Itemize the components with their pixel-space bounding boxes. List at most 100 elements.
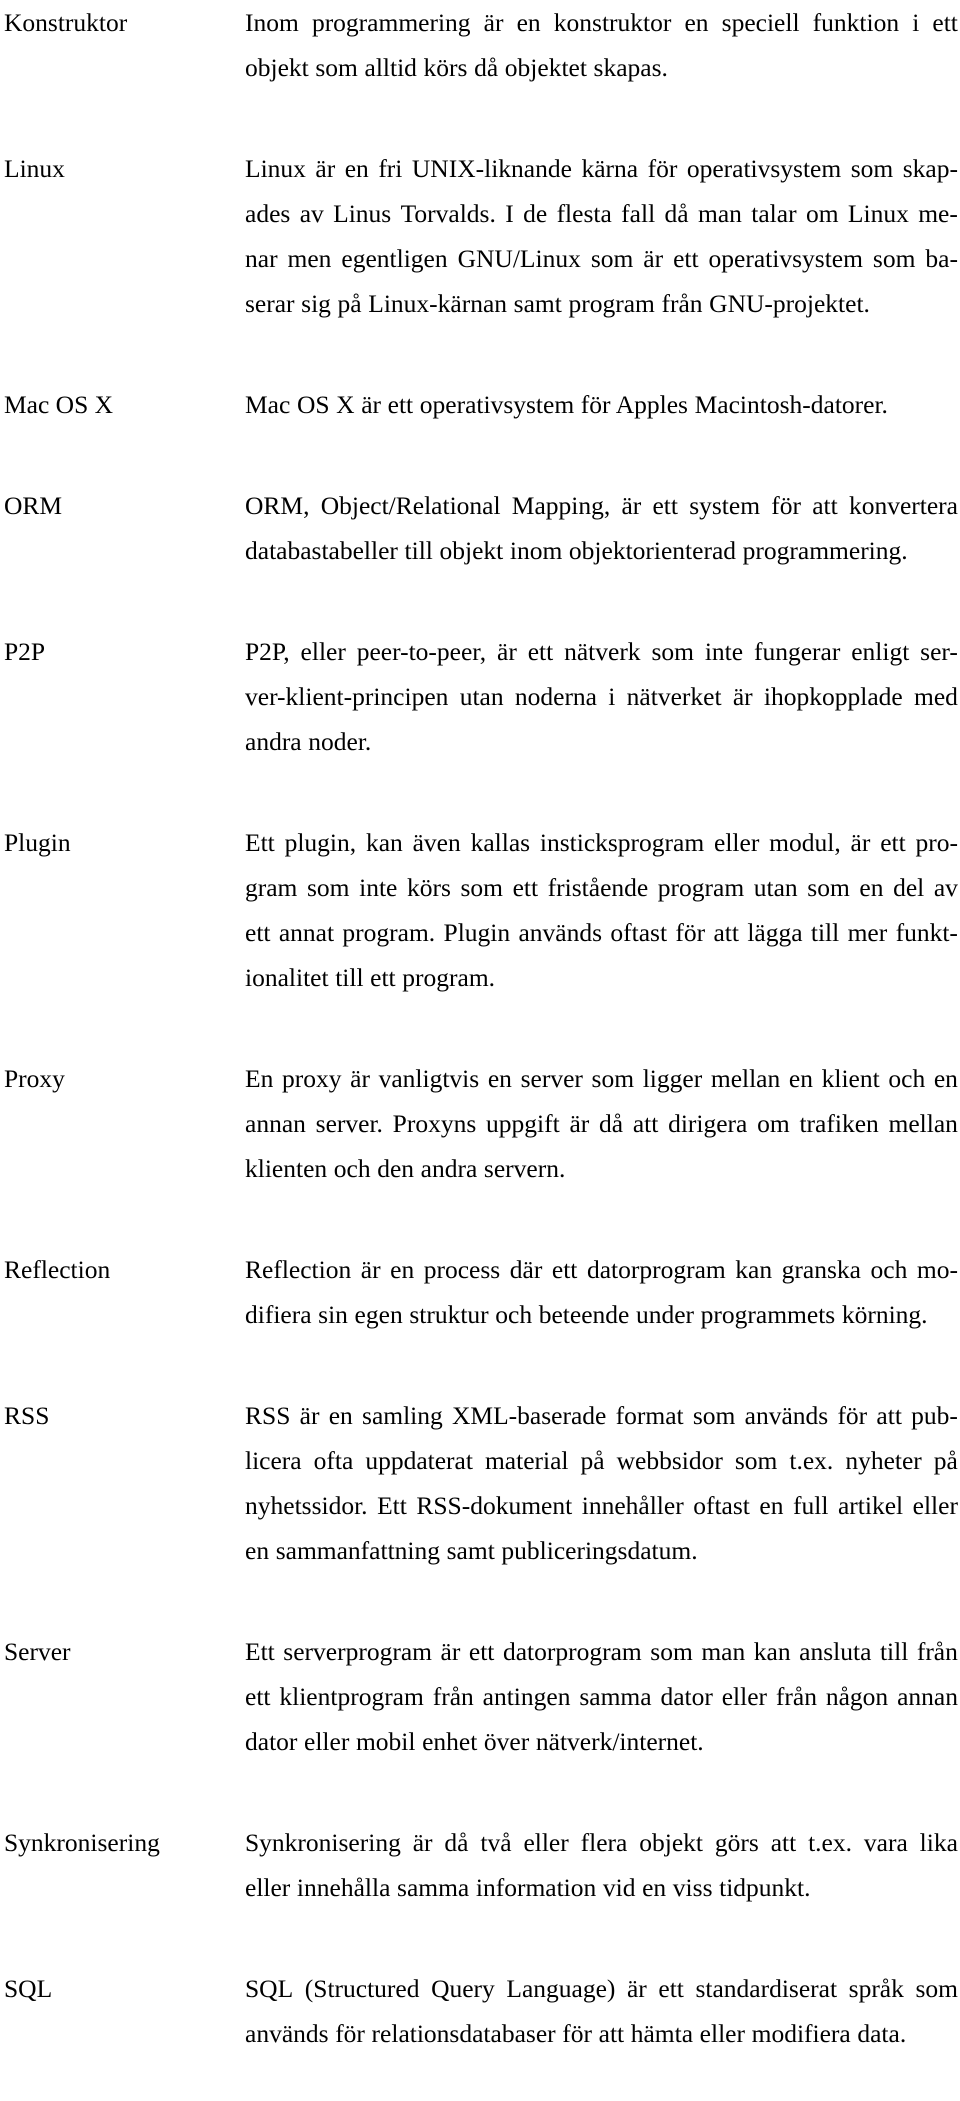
- definition-word: utan: [459, 682, 504, 711]
- glossary-term: SQL: [4, 1974, 53, 2003]
- definition-word: lägga: [747, 918, 803, 947]
- definition-word: utan: [753, 873, 798, 902]
- definition-word: från: [916, 1637, 958, 1666]
- definition-word: eller: [721, 1682, 768, 1711]
- definition-word: är: [621, 491, 642, 520]
- definition-word: t.ex.: [789, 1446, 834, 1475]
- glossary-term: Reflection: [4, 1255, 111, 1284]
- definition-word: som: [692, 1401, 736, 1430]
- definition-word: fungerar: [753, 637, 841, 666]
- definition-word: datorprogram: [586, 1255, 726, 1284]
- definition-line: difiera sin egen struktur och beteende u…: [245, 1300, 928, 1329]
- definition-word: RSS: [245, 1401, 291, 1430]
- definition-word: format: [615, 1401, 684, 1430]
- glossary-definition: Ett plugin, kan även kallas insticksprogram el…: [245, 820, 958, 1045]
- definition-word: om: [757, 1109, 790, 1138]
- definition-word: eller: [912, 1491, 958, 1520]
- definition-word: från: [775, 1682, 817, 1711]
- definition-word: me-: [918, 199, 958, 228]
- definition-word: annat: [278, 918, 335, 947]
- glossary-entry: SQL SQL (Structured Query Language) är ett stan…: [0, 1966, 960, 2101]
- definition-word: en: [344, 154, 369, 183]
- definition-word: klientprogram: [279, 1682, 424, 1711]
- definition-word: (Structured: [304, 1974, 420, 2003]
- definition-word: fristående: [547, 873, 649, 902]
- definition-word: kallas: [470, 828, 531, 857]
- definition-word: trafiken: [799, 1109, 879, 1138]
- definition-word: kan: [365, 828, 403, 857]
- definition-word: då: [444, 1828, 469, 1857]
- glossary-entry: Linux Linux är en fri UNIX-liknande kärna för op…: [0, 146, 960, 371]
- definition-word: eller: [523, 1828, 569, 1857]
- definition-line: P2P, eller peer-to-peer, är ett nätverk som int…: [245, 629, 958, 674]
- definition-word: full: [793, 1491, 829, 1520]
- definition-word: mo-: [916, 1255, 958, 1284]
- definition-word: konstruktor: [553, 8, 672, 37]
- definition-line: ett klientprogram från antingen samma dator el…: [245, 1674, 958, 1719]
- definition-word: t.ex.: [808, 1828, 852, 1857]
- definition-word: de: [523, 199, 548, 228]
- definition-word: operativsystem: [708, 244, 863, 273]
- definition-word: modul,: [769, 828, 841, 857]
- definition-line: Linux är en fri UNIX-liknande kärna för operati…: [245, 146, 958, 191]
- definition-word: datorprogram: [502, 1637, 642, 1666]
- definition-word: nar: [245, 244, 278, 273]
- definition-word: SQL: [245, 1974, 294, 2003]
- definition-line: En proxy är vanligtvis en server som ligger mell…: [245, 1056, 958, 1101]
- definition-word: kan: [735, 1255, 773, 1284]
- definition-line: dator eller mobil enhet över nätverk/int…: [245, 1727, 704, 1756]
- glossary-term: P2P: [4, 637, 46, 666]
- definition-line: Synkronisering är då två eller flera objekt gör…: [245, 1820, 958, 1865]
- glossary-entry: Server Ett serverprogram är ett datorprogram s…: [0, 1629, 960, 1809]
- definition-word: till: [879, 1637, 909, 1666]
- glossary-term: Server: [4, 1637, 71, 1666]
- definition-word: som: [651, 637, 694, 666]
- definition-word: enligt: [851, 637, 910, 666]
- definition-word: ett: [551, 1255, 578, 1284]
- definition-word: speciell: [721, 8, 800, 37]
- definition-word: lika: [919, 1828, 958, 1857]
- definition-word: klient: [821, 1064, 880, 1093]
- definition-word: och: [888, 1064, 926, 1093]
- definition-word: är: [732, 682, 753, 711]
- definition-word: en: [390, 1255, 415, 1284]
- definition-word: Plugin: [443, 918, 511, 947]
- definition-word: program: [657, 873, 745, 902]
- definition-word: Linux: [245, 154, 306, 183]
- definition-word: nyhetssidor.: [245, 1491, 368, 1520]
- definition-word: är: [569, 1109, 590, 1138]
- definition-word: operativsystem: [686, 154, 842, 183]
- definition-word: antingen: [482, 1682, 571, 1711]
- definition-word: för: [837, 1401, 868, 1430]
- definition-word: noderna: [514, 682, 598, 711]
- definition-word: en: [684, 8, 709, 37]
- document-page: Konstruktor Inom programmering är en konstruk…: [0, 0, 960, 2048]
- definition-line: används för relationsdatabaser för att h…: [245, 2019, 907, 2048]
- definition-word: webbsidor: [616, 1446, 723, 1475]
- definition-word: man: [701, 1637, 746, 1666]
- definition-word: men: [287, 244, 332, 273]
- definition-word: konvertera: [848, 491, 958, 520]
- definition-word: mer: [847, 918, 888, 947]
- definition-word: inte: [704, 637, 744, 666]
- definition-word: samling: [362, 1401, 443, 1430]
- glossary-entry: Synkronisering Synkronisering är då två eller…: [0, 1820, 960, 1955]
- glossary-entry: Reflection Reflection är en process där ett dat…: [0, 1247, 960, 1382]
- definition-word: oftast: [693, 1491, 750, 1520]
- definition-word: annan: [897, 1682, 958, 1711]
- definition-word: till: [810, 918, 840, 947]
- definition-line: en sammanfattning samt publiceringsdatum…: [245, 1536, 698, 1565]
- definition-word: ansluta: [799, 1637, 872, 1666]
- definition-word: ett: [245, 1682, 271, 1711]
- definition-word: är: [440, 1637, 461, 1666]
- definition-word: för: [771, 491, 801, 520]
- definition-word: Linus: [333, 199, 392, 228]
- definition-word: på: [580, 1446, 605, 1475]
- glossary-definition: Reflection är en process där ett datorprogram k…: [245, 1247, 958, 1382]
- definition-word: för: [675, 918, 706, 947]
- definition-line: RSS är en samling XML-baserade format som använ…: [245, 1393, 958, 1438]
- definition-word: Query: [431, 1974, 495, 2003]
- glossary-entry: P2P P2P, eller peer-to-peer, är ett nätverk som…: [0, 629, 960, 809]
- definition-word: ett: [468, 1637, 495, 1666]
- definition-word: ades: [245, 199, 291, 228]
